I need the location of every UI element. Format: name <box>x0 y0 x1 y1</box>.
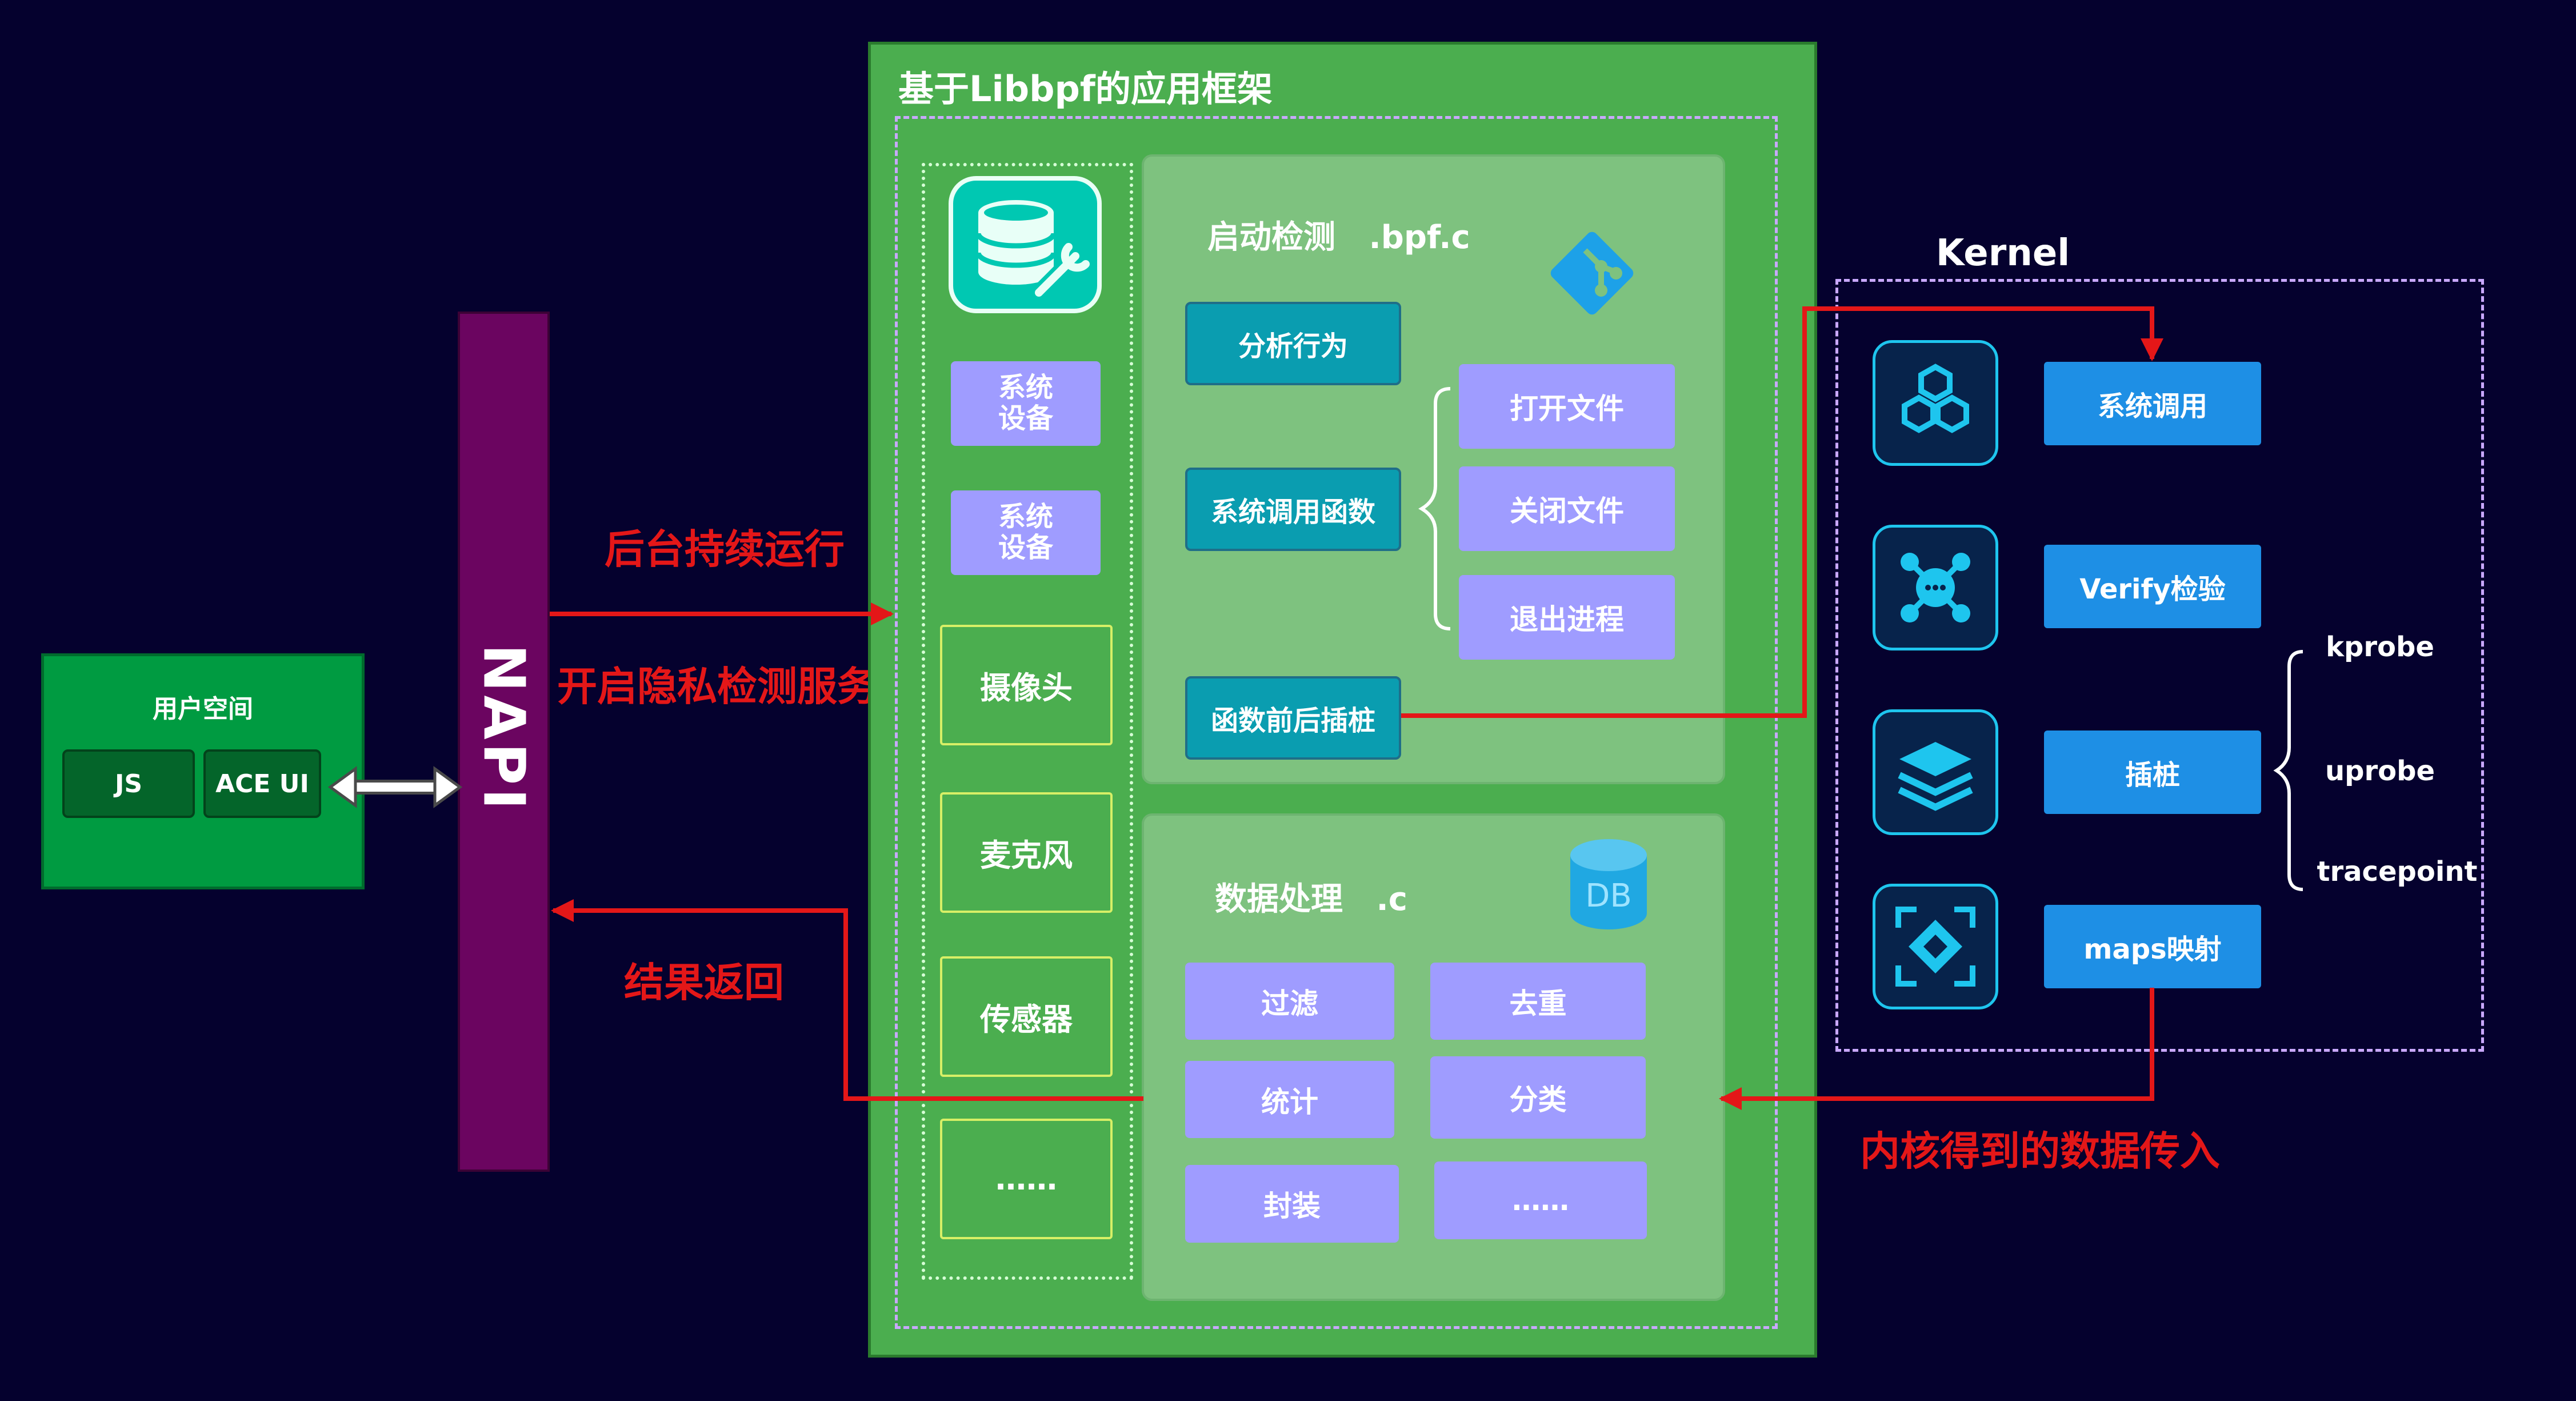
hook-to-syscall-arrow <box>1401 306 2163 718</box>
probe-brace <box>2273 650 2303 891</box>
bidirectional-arrow <box>327 766 463 808</box>
result-return-arrow <box>551 899 1143 1101</box>
kernel-data-arrow <box>1719 988 2154 1110</box>
connector-layer <box>327 306 2303 1110</box>
architecture-diagram: 用户空间 JS ACE UI NAPI 后台持续运行 开启隐私检测服务 结果返回… <box>0 0 2576 1401</box>
syscall-brace <box>1418 387 1451 630</box>
